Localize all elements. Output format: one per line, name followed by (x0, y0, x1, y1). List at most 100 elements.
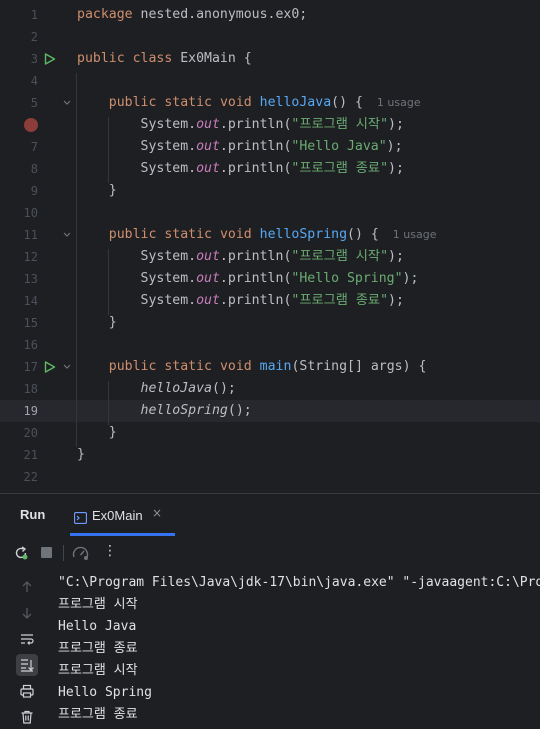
print-button[interactable] (16, 680, 38, 702)
code-text: System.out.println("Hello Java"); (77, 136, 403, 158)
code-token: ); (386, 139, 403, 154)
code-line[interactable]: 19 helloSpring(); (0, 400, 540, 422)
line-number[interactable]: 18 (0, 378, 38, 400)
code-line[interactable]: 11 public static void helloSpring() {1 u… (0, 224, 540, 246)
close-icon[interactable]: × (152, 506, 162, 520)
code-token: System. (77, 293, 197, 308)
line-number[interactable]: 10 (0, 202, 38, 224)
code-token: helloJava (259, 95, 332, 110)
code-line[interactable]: 16 (0, 334, 540, 356)
code-line[interactable]: 1 package nested.anonymous.ex0; (0, 4, 540, 26)
console-line: "C:\Program Files\Java\jdk-17\bin\java.e… (58, 575, 540, 590)
line-number[interactable]: 12 (0, 246, 38, 268)
code-line[interactable]: 20 } (0, 422, 540, 444)
code-text: System.out.println("프로그램 종료"); (77, 158, 404, 180)
code-line[interactable]: 2 (0, 26, 540, 48)
line-number[interactable]: 4 (0, 70, 38, 92)
tab-label: Ex0Main (92, 508, 143, 523)
usage-hint[interactable]: 1 usage (393, 228, 437, 241)
code-line[interactable]: 4 (0, 70, 540, 92)
console-side-toolbar (0, 572, 54, 729)
line-number[interactable]: 3 (0, 48, 38, 70)
code-line[interactable]: 5 public static void helloJava() {1 usag… (0, 92, 540, 114)
code-text: System.out.println("프로그램 시작"); (77, 246, 404, 268)
rerun-button[interactable] (12, 541, 32, 565)
code-token: out (196, 249, 220, 264)
line-number[interactable]: 17 (0, 356, 38, 378)
code-line[interactable]: 12 System.out.println("프로그램 시작"); (0, 246, 540, 268)
code-token: static (164, 95, 212, 110)
breakpoint-icon[interactable] (24, 118, 38, 132)
code-token: (String[] args) { (291, 359, 427, 374)
scroll-to-end-button[interactable] (16, 654, 38, 676)
code-text: } (77, 444, 85, 466)
run-gutter-icon[interactable] (44, 48, 56, 70)
code-line[interactable]: 8 System.out.println("프로그램 종료"); (0, 158, 540, 180)
code-line[interactable]: 7 System.out.println("Hello Java"); (0, 136, 540, 158)
code-token: } (77, 315, 117, 330)
code-text: package nested.anonymous.ex0; (77, 4, 307, 26)
line-number[interactable]: 19 (0, 400, 38, 422)
code-line[interactable]: 14 System.out.println("프로그램 종료"); (0, 290, 540, 312)
code-token: } (77, 447, 85, 462)
code-token: .println( (219, 139, 292, 154)
code-line[interactable]: 17 public static void main(String[] args… (0, 356, 540, 378)
line-number[interactable]: 5 (0, 92, 38, 114)
code-line[interactable]: 6 System.out.println("프로그램 시작"); (0, 114, 540, 136)
code-line[interactable]: 9 } (0, 180, 540, 202)
clear-all-button[interactable] (16, 706, 38, 728)
line-number[interactable]: 22 (0, 466, 38, 488)
scroll-up-button[interactable] (16, 576, 38, 598)
code-line[interactable]: 21} (0, 444, 540, 466)
indent-guide (108, 249, 109, 315)
trash-icon (21, 710, 33, 724)
console-line: 프로그램 시작 (58, 597, 138, 612)
line-number[interactable]: 21 (0, 444, 38, 466)
code-token: System. (77, 249, 197, 264)
code-line[interactable]: 22 (0, 466, 540, 488)
code-line[interactable]: 15 } (0, 312, 540, 334)
code-line[interactable]: 13 System.out.println("Hello Spring"); (0, 268, 540, 290)
line-number[interactable]: 14 (0, 290, 38, 312)
more-options-button[interactable]: ⋮ (98, 541, 118, 565)
chevron-down-icon[interactable] (62, 224, 72, 246)
code-text: System.out.println("Hello Spring"); (77, 268, 419, 290)
chevron-down-icon[interactable] (62, 356, 72, 378)
line-number[interactable]: 9 (0, 180, 38, 202)
line-number[interactable]: 11 (0, 224, 38, 246)
line-number[interactable]: 16 (0, 334, 38, 356)
usage-hint[interactable]: 1 usage (377, 96, 421, 109)
run-toolbar: ⋮ (0, 541, 540, 565)
profiler-button[interactable] (72, 541, 92, 565)
code-line[interactable]: 3 public class Ex0Main { (0, 48, 540, 70)
line-number[interactable]: 2 (0, 26, 38, 48)
soft-wrap-button[interactable] (16, 628, 38, 650)
scroll-down-button[interactable] (16, 602, 38, 624)
console-line: Hello Java (58, 619, 137, 634)
run-window-header: Run Ex0Main × (0, 494, 540, 536)
code-text: } (77, 422, 117, 444)
code-line[interactable]: 10 (0, 202, 540, 224)
line-number[interactable]: 8 (0, 158, 38, 180)
console-line: 프로그램 종료 (58, 707, 138, 722)
line-number[interactable]: 1 (0, 4, 38, 26)
run-gutter-icon[interactable] (44, 356, 56, 378)
tab-ex0main[interactable]: Ex0Main × (70, 494, 175, 536)
line-number[interactable]: 15 (0, 312, 38, 334)
line-number[interactable]: 13 (0, 268, 38, 290)
code-editor[interactable]: 1 package nested.anonymous.ex0; 2 3 public c… (0, 0, 540, 493)
line-number[interactable]: 7 (0, 136, 38, 158)
code-line[interactable]: 18 helloJava(); (0, 378, 540, 400)
tab-active-underline (70, 533, 175, 536)
chevron-down-icon[interactable] (62, 92, 72, 114)
code-text: public static void helloSpring() {1 usag… (77, 224, 437, 246)
stop-button[interactable] (38, 541, 58, 565)
line-number[interactable]: 20 (0, 422, 38, 444)
console-output[interactable]: "C:\Program Files\Java\jdk-17\bin\java.e… (58, 572, 540, 729)
code-token: helloSpring (140, 403, 228, 418)
code-token: class (132, 51, 173, 66)
